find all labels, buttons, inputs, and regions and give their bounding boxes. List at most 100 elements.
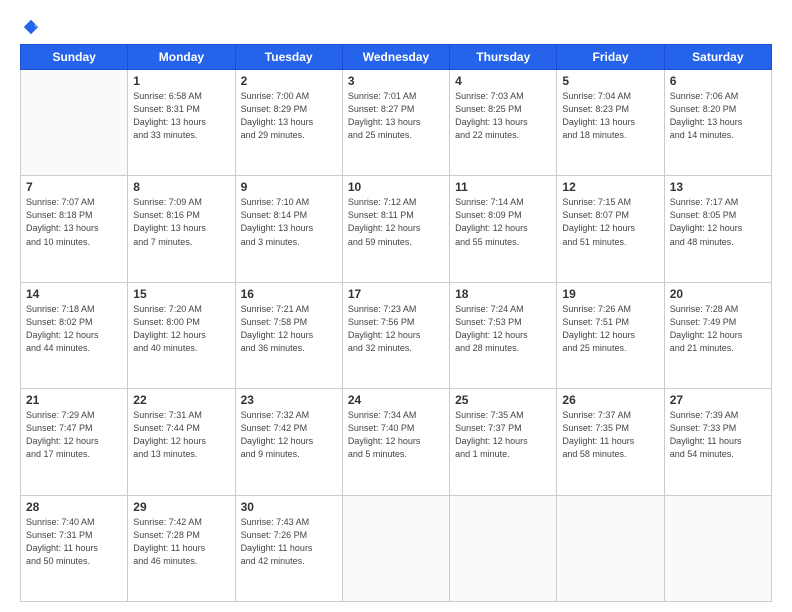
day-number: 8 [133,180,229,194]
calendar-cell [21,70,128,176]
day-info: Sunrise: 7:43 AM Sunset: 7:26 PM Dayligh… [241,516,337,568]
day-number: 7 [26,180,122,194]
calendar-cell: 20 Sunrise: 7:28 AM Sunset: 7:49 PM Dayli… [664,282,771,388]
page: SundayMondayTuesdayWednesdayThursdayFrid… [0,0,792,612]
day-info: Sunrise: 7:39 AM Sunset: 7:33 PM Dayligh… [670,409,766,461]
calendar-cell: 5 Sunrise: 7:04 AM Sunset: 8:23 PM Daylig… [557,70,664,176]
day-number: 10 [348,180,444,194]
day-info: Sunrise: 7:21 AM Sunset: 7:58 PM Dayligh… [241,303,337,355]
day-header-friday: Friday [557,45,664,70]
calendar-cell: 19 Sunrise: 7:26 AM Sunset: 7:51 PM Dayli… [557,282,664,388]
calendar-cell: 24 Sunrise: 7:34 AM Sunset: 7:40 PM Dayli… [342,389,449,495]
calendar-cell: 27 Sunrise: 7:39 AM Sunset: 7:33 PM Dayli… [664,389,771,495]
calendar-cell [664,495,771,601]
logo [20,18,40,36]
day-number: 26 [562,393,658,407]
calendar-cell: 15 Sunrise: 7:20 AM Sunset: 8:00 PM Dayli… [128,282,235,388]
day-info: Sunrise: 7:07 AM Sunset: 8:18 PM Dayligh… [26,196,122,248]
day-info: Sunrise: 7:35 AM Sunset: 7:37 PM Dayligh… [455,409,551,461]
day-info: Sunrise: 7:20 AM Sunset: 8:00 PM Dayligh… [133,303,229,355]
logo-icon [22,18,40,36]
day-number: 28 [26,500,122,514]
day-number: 1 [133,74,229,88]
day-info: Sunrise: 7:03 AM Sunset: 8:25 PM Dayligh… [455,90,551,142]
header [20,18,772,36]
calendar-cell: 21 Sunrise: 7:29 AM Sunset: 7:47 PM Dayli… [21,389,128,495]
calendar-cell: 18 Sunrise: 7:24 AM Sunset: 7:53 PM Dayli… [450,282,557,388]
calendar-cell: 23Sunrise: 7:32 AM Sunset: 7:42 PM Dayli… [235,389,342,495]
day-header-sunday: Sunday [21,45,128,70]
day-info: Sunrise: 7:32 AM Sunset: 7:42 PM Dayligh… [241,409,337,461]
day-info: Sunrise: 7:29 AM Sunset: 7:47 PM Dayligh… [26,409,122,461]
week-row-5: 28 Sunrise: 7:40 AM Sunset: 7:31 PM Dayli… [21,495,772,601]
day-info: Sunrise: 7:31 AM Sunset: 7:44 PM Dayligh… [133,409,229,461]
calendar-cell: 28 Sunrise: 7:40 AM Sunset: 7:31 PM Dayli… [21,495,128,601]
day-number: 30 [241,500,337,514]
day-info: Sunrise: 7:24 AM Sunset: 7:53 PM Dayligh… [455,303,551,355]
calendar-cell: 10 Sunrise: 7:12 AM Sunset: 8:11 PM Dayli… [342,176,449,282]
day-info: Sunrise: 7:12 AM Sunset: 8:11 PM Dayligh… [348,196,444,248]
week-row-3: 14 Sunrise: 7:18 AM Sunset: 8:02 PM Dayli… [21,282,772,388]
calendar-cell: 13 Sunrise: 7:17 AM Sunset: 8:05 PM Dayli… [664,176,771,282]
day-info: Sunrise: 7:17 AM Sunset: 8:05 PM Dayligh… [670,196,766,248]
day-number: 5 [562,74,658,88]
calendar-cell: 3 Sunrise: 7:01 AM Sunset: 8:27 PM Daylig… [342,70,449,176]
day-info: Sunrise: 7:37 AM Sunset: 7:35 PM Dayligh… [562,409,658,461]
calendar-cell: 1 Sunrise: 6:58 AM Sunset: 8:31 PM Daylig… [128,70,235,176]
calendar-cell: 4 Sunrise: 7:03 AM Sunset: 8:25 PM Daylig… [450,70,557,176]
day-number: 3 [348,74,444,88]
day-number: 13 [670,180,766,194]
day-info: Sunrise: 7:23 AM Sunset: 7:56 PM Dayligh… [348,303,444,355]
day-number: 15 [133,287,229,301]
day-number: 4 [455,74,551,88]
day-header-monday: Monday [128,45,235,70]
week-row-1: 1 Sunrise: 6:58 AM Sunset: 8:31 PM Daylig… [21,70,772,176]
calendar-cell: 25 Sunrise: 7:35 AM Sunset: 7:37 PM Dayli… [450,389,557,495]
calendar-cell: 6 Sunrise: 7:06 AM Sunset: 8:20 PM Daylig… [664,70,771,176]
calendar-cell: 7 Sunrise: 7:07 AM Sunset: 8:18 PM Daylig… [21,176,128,282]
calendar-cell [557,495,664,601]
day-number: 2 [241,74,337,88]
day-number: 24 [348,393,444,407]
day-header-wednesday: Wednesday [342,45,449,70]
day-info: Sunrise: 7:18 AM Sunset: 8:02 PM Dayligh… [26,303,122,355]
day-info: Sunrise: 7:01 AM Sunset: 8:27 PM Dayligh… [348,90,444,142]
day-info: Sunrise: 7:34 AM Sunset: 7:40 PM Dayligh… [348,409,444,461]
day-number: 25 [455,393,551,407]
calendar: SundayMondayTuesdayWednesdayThursdayFrid… [20,44,772,602]
calendar-cell [450,495,557,601]
day-number: 6 [670,74,766,88]
day-header-saturday: Saturday [664,45,771,70]
week-row-2: 7 Sunrise: 7:07 AM Sunset: 8:18 PM Daylig… [21,176,772,282]
day-number: 21 [26,393,122,407]
day-number: 19 [562,287,658,301]
calendar-cell: 12Sunrise: 7:15 AM Sunset: 8:07 PM Dayli… [557,176,664,282]
day-info: Sunrise: 7:42 AM Sunset: 7:28 PM Dayligh… [133,516,229,568]
day-number: 18 [455,287,551,301]
day-info: Sunrise: 7:00 AM Sunset: 8:29 PM Dayligh… [241,90,337,142]
day-info: Sunrise: 6:58 AM Sunset: 8:31 PM Dayligh… [133,90,229,142]
calendar-cell: 30 Sunrise: 7:43 AM Sunset: 7:26 PM Dayli… [235,495,342,601]
day-info: Sunrise: 7:26 AM Sunset: 7:51 PM Dayligh… [562,303,658,355]
day-info: Sunrise: 7:14 AM Sunset: 8:09 PM Dayligh… [455,196,551,248]
day-number: 17 [348,287,444,301]
day-header-thursday: Thursday [450,45,557,70]
calendar-cell: 22Sunrise: 7:31 AM Sunset: 7:44 PM Dayli… [128,389,235,495]
day-number: 14 [26,287,122,301]
day-info: Sunrise: 7:28 AM Sunset: 7:49 PM Dayligh… [670,303,766,355]
header-row: SundayMondayTuesdayWednesdayThursdayFrid… [21,45,772,70]
week-row-4: 21 Sunrise: 7:29 AM Sunset: 7:47 PM Dayli… [21,389,772,495]
day-number: 20 [670,287,766,301]
day-number: 11 [455,180,551,194]
day-number: 27 [670,393,766,407]
day-info: Sunrise: 7:40 AM Sunset: 7:31 PM Dayligh… [26,516,122,568]
calendar-cell: 16 Sunrise: 7:21 AM Sunset: 7:58 PM Dayli… [235,282,342,388]
calendar-cell [342,495,449,601]
day-number: 12 [562,180,658,194]
calendar-cell: 17 Sunrise: 7:23 AM Sunset: 7:56 PM Dayli… [342,282,449,388]
day-header-tuesday: Tuesday [235,45,342,70]
day-info: Sunrise: 7:06 AM Sunset: 8:20 PM Dayligh… [670,90,766,142]
calendar-cell: 26 Sunrise: 7:37 AM Sunset: 7:35 PM Dayli… [557,389,664,495]
day-info: Sunrise: 7:04 AM Sunset: 8:23 PM Dayligh… [562,90,658,142]
day-number: 16 [241,287,337,301]
